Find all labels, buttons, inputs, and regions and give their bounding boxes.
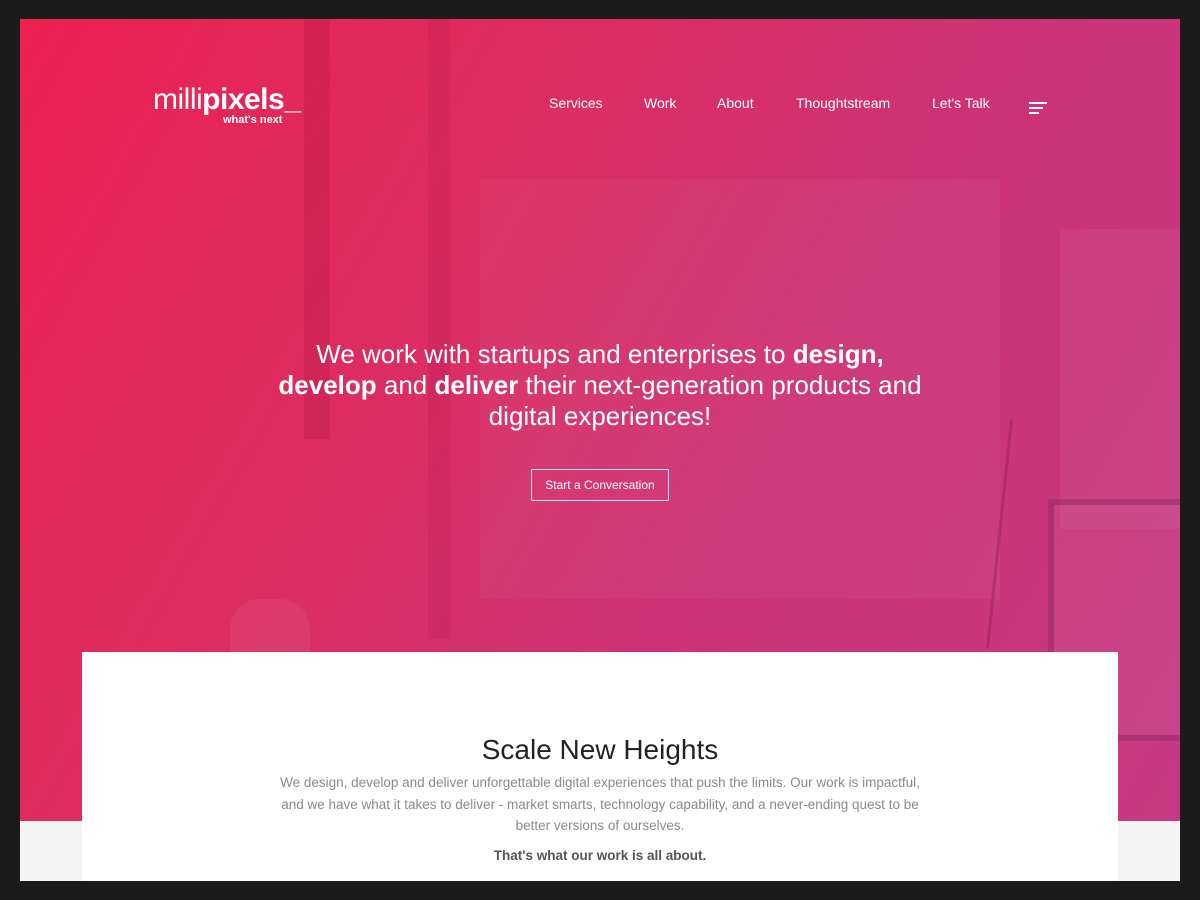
intro-tagline: That's what our work is all about. xyxy=(493,848,707,863)
hero-headline: We work with startups and enterprises to… xyxy=(250,339,950,432)
nav-item-work[interactable]: Work xyxy=(644,95,676,111)
logo-wordmark-bold: pixels xyxy=(202,83,285,116)
browser-viewport: millipixels_ what's next Services Work A… xyxy=(20,19,1180,881)
millipixels-logo[interactable]: millipixels_ what's next xyxy=(153,83,301,126)
hero-text-develop: develop xyxy=(278,370,377,400)
background-pole xyxy=(428,19,450,639)
hero-text-part: We work with startups and enterprises to xyxy=(316,339,793,369)
logo-cursor: _ xyxy=(284,83,301,116)
logo-tagline: what's next xyxy=(223,114,283,126)
nav-item-lets-talk[interactable]: Let's Talk xyxy=(932,95,990,111)
background-window xyxy=(1060,229,1180,529)
logo-wordmark: millipixels_ xyxy=(153,83,301,117)
hero-text-part: and xyxy=(376,370,435,400)
hero-text-design: design, xyxy=(792,339,884,369)
nav-item-about[interactable]: About xyxy=(717,95,754,111)
start-conversation-button[interactable]: Start a Conversation xyxy=(531,469,669,501)
intro-title: Scale New Heights xyxy=(481,734,719,765)
intro-card: Scale New Heights We design, develop and… xyxy=(82,652,1118,881)
logo-wordmark-light: milli xyxy=(153,83,203,116)
hero-text-deliver: deliver xyxy=(434,370,519,400)
hero-text-part: their next-generation products and digit… xyxy=(488,370,922,431)
hamburger-menu-icon[interactable] xyxy=(1029,102,1047,114)
nav-item-thoughtstream[interactable]: Thoughtstream xyxy=(796,95,890,111)
intro-body: We design, develop and deliver unforgett… xyxy=(280,775,920,833)
nav-item-services[interactable]: Services xyxy=(549,95,603,111)
